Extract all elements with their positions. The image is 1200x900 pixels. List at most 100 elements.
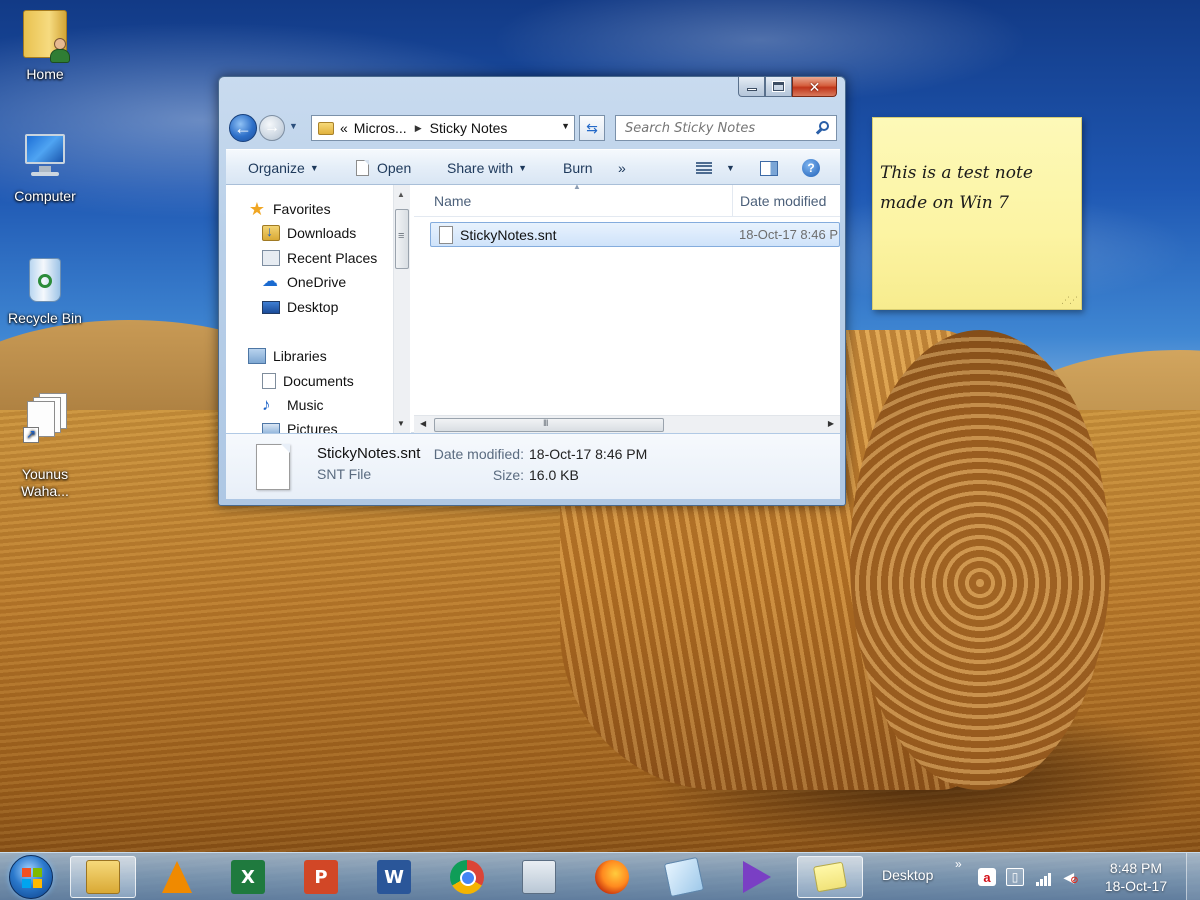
- breadcrumb-separator-icon[interactable]: ▶: [415, 123, 422, 134]
- nav-item-onedrive[interactable]: ☁ OneDrive: [262, 271, 346, 293]
- details-size-label: Size:: [492, 467, 524, 483]
- open-button[interactable]: Open: [356, 150, 411, 186]
- scroll-right-icon[interactable]: ▶: [828, 419, 834, 428]
- desktop-icon-computer[interactable]: Computer: [0, 132, 90, 205]
- desktop-icon-home[interactable]: Home: [0, 8, 90, 83]
- file-list: Name ▲ Date modified StickyNotes.snt 18-…: [414, 182, 840, 433]
- explorer-window[interactable]: ✕ ← → ▼ « Micros... ▶ Sticky Notes ▼ ⇆ O…: [218, 76, 846, 506]
- share-with-button[interactable]: Share with ▼: [447, 150, 527, 186]
- help-button[interactable]: ?: [802, 150, 820, 186]
- scroll-up-icon[interactable]: ▲: [397, 190, 405, 199]
- resize-grip-icon[interactable]: ⋰⋰: [1061, 295, 1078, 306]
- chrome-icon: [450, 860, 484, 894]
- taskbar-vlc[interactable]: [144, 856, 210, 898]
- share-with-label: Share with: [447, 160, 514, 176]
- column-date-modified[interactable]: Date modified: [740, 193, 826, 209]
- file-icon: [439, 226, 453, 244]
- scroll-left-icon[interactable]: ◀: [420, 419, 426, 428]
- preview-pane-button[interactable]: [760, 150, 778, 186]
- change-view-button[interactable]: ▼: [696, 150, 735, 186]
- star-icon: ★: [248, 199, 266, 219]
- command-bar: Organize ▼ Open Share with ▼ Burn » ▼ ?: [226, 149, 840, 185]
- details-date-value: 18-Oct-17 8:46 PM: [529, 446, 648, 462]
- scroll-down-icon[interactable]: ▼: [397, 419, 405, 428]
- desktop-icon-recycle-bin[interactable]: Recycle Bin: [0, 254, 90, 327]
- back-button[interactable]: ←: [229, 114, 257, 142]
- file-list-scrollbar[interactable]: ◀ ▶: [414, 415, 840, 433]
- file-row[interactable]: StickyNotes.snt 18-Oct-17 8:46 P: [430, 222, 840, 247]
- search-input[interactable]: [616, 116, 808, 140]
- file-preview-icon: [256, 444, 290, 490]
- taskbar-chrome[interactable]: [434, 856, 500, 898]
- view-details-icon: [696, 162, 712, 174]
- network-signal-icon[interactable]: [1034, 868, 1052, 886]
- taskbar-visual-studio[interactable]: [724, 856, 790, 898]
- system-clock[interactable]: 8:48 PM 18-Oct-17: [1094, 859, 1178, 895]
- organize-button[interactable]: Organize ▼: [248, 150, 319, 186]
- clock-date: 18-Oct-17: [1104, 878, 1168, 894]
- nav-item-pictures[interactable]: Pictures: [262, 418, 338, 433]
- nav-item-favorites[interactable]: ★ Favorites: [248, 198, 331, 220]
- help-icon: ?: [802, 159, 820, 177]
- nav-item-recent-places[interactable]: Recent Places: [262, 247, 377, 269]
- taskbar-powerpoint[interactable]: P: [288, 856, 354, 898]
- recycle-bin-icon: [21, 254, 69, 306]
- toolbar-overflow-button[interactable]: »: [955, 857, 962, 871]
- arrow-left-icon: ←: [234, 118, 252, 138]
- chevron-down-icon: ▼: [518, 163, 528, 173]
- burn-button[interactable]: Burn: [563, 150, 593, 186]
- nav-label: OneDrive: [287, 274, 347, 290]
- nav-item-documents[interactable]: Documents: [262, 370, 354, 392]
- word-icon: W: [377, 860, 411, 894]
- scrollbar-thumb[interactable]: [434, 418, 664, 432]
- show-desktop-button[interactable]: [1186, 853, 1200, 900]
- close-icon: ✕: [808, 78, 821, 95]
- desktop-icon-label: Computer: [14, 188, 76, 204]
- column-name[interactable]: Name: [434, 193, 471, 209]
- taskbar-excel[interactable]: X: [215, 856, 281, 898]
- breadcrumb-parent[interactable]: Micros...: [354, 120, 407, 136]
- taskbar-firefox[interactable]: [579, 856, 645, 898]
- more-commands-button[interactable]: »: [618, 150, 626, 186]
- nav-pane-scrollbar[interactable]: ▲ ▼: [393, 185, 410, 433]
- search-box[interactable]: [615, 115, 837, 141]
- details-pane: StickyNotes.snt SNT File Date modified: …: [226, 434, 840, 499]
- avira-icon[interactable]: a: [978, 868, 996, 886]
- refresh-button[interactable]: ⇆: [579, 115, 605, 141]
- address-dropdown-icon[interactable]: ▼: [561, 121, 570, 131]
- volume-muted-icon[interactable]: ◀ ⊘: [1062, 868, 1080, 886]
- nav-label: Recent Places: [287, 250, 378, 266]
- forward-button[interactable]: →: [259, 115, 285, 141]
- minimize-icon: [746, 88, 757, 91]
- file-date-modified: 18-Oct-17 8:46 P: [739, 227, 838, 242]
- start-button[interactable]: [9, 855, 53, 899]
- navigation-pane: ★ Favorites Downloads Recent Places ☁ OneD…: [226, 185, 411, 433]
- desktop-icon-younus-wahab[interactable]: ↗ Younus Waha...: [0, 376, 90, 517]
- taskbar-sticky-notes[interactable]: [797, 856, 863, 898]
- nav-item-desktop[interactable]: Desktop: [262, 296, 338, 318]
- minimize-button[interactable]: [738, 77, 765, 97]
- details-file-type: SNT File: [317, 466, 372, 482]
- nav-item-music[interactable]: ♪ Music: [262, 394, 324, 416]
- breadcrumb-overflow[interactable]: «: [340, 120, 348, 136]
- calculator-icon: [522, 860, 556, 894]
- close-button[interactable]: ✕: [792, 77, 837, 97]
- taskbar-word[interactable]: W: [361, 856, 427, 898]
- maximize-button[interactable]: [765, 77, 792, 97]
- taskbar-notepad[interactable]: [651, 856, 717, 898]
- visual-studio-icon: [743, 861, 771, 893]
- taskbar-calculator[interactable]: [506, 856, 572, 898]
- breadcrumb-current[interactable]: Sticky Notes: [430, 120, 508, 136]
- taskbar-file-explorer[interactable]: [70, 856, 136, 898]
- sticky-note[interactable]: This is a test note made on Win 7 ⋰⋰: [872, 117, 1082, 310]
- address-bar[interactable]: « Micros... ▶ Sticky Notes ▼: [311, 115, 575, 141]
- recent-locations-button[interactable]: ▼: [289, 121, 298, 131]
- nav-item-downloads[interactable]: Downloads: [262, 222, 356, 244]
- search-icon[interactable]: [815, 121, 830, 135]
- sticky-note-text[interactable]: This is a test note made on Win 7: [880, 158, 1076, 218]
- power-icon[interactable]: ▯: [1006, 868, 1024, 886]
- scrollbar-thumb[interactable]: [395, 209, 409, 269]
- nav-item-libraries[interactable]: Libraries: [248, 345, 327, 367]
- desktop-toolbar-label[interactable]: Desktop: [882, 867, 933, 883]
- nav-label: Downloads: [287, 225, 357, 241]
